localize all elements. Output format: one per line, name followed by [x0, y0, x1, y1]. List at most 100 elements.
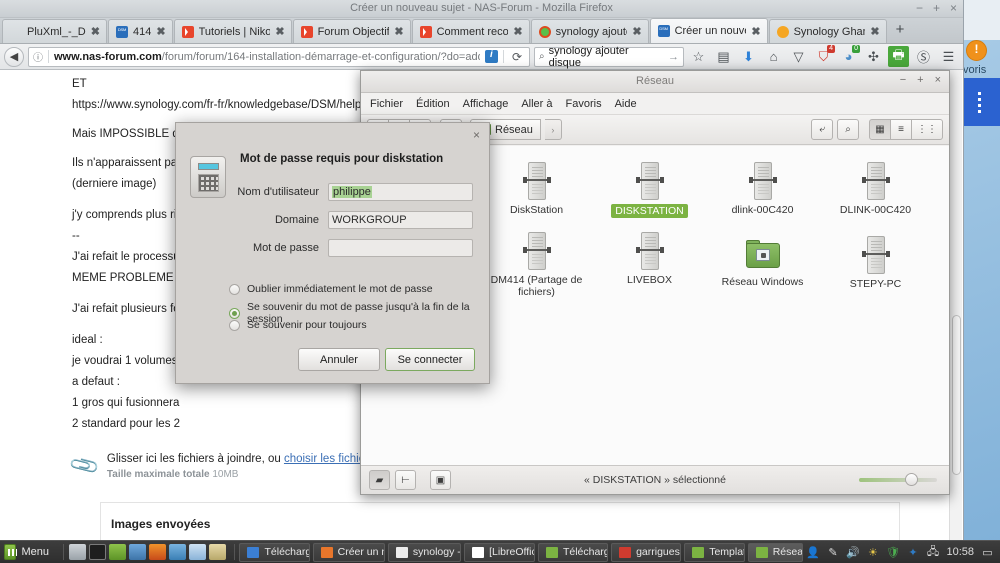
tab-close-icon[interactable]: ✖	[632, 25, 641, 38]
places-view-button[interactable]: ▰	[369, 470, 390, 490]
list-item[interactable]: STEPY-PC	[819, 226, 932, 306]
list-item[interactable]: dlink-00C420	[706, 156, 819, 226]
text-editor-icon[interactable]	[188, 544, 206, 560]
firefox-icon[interactable]	[148, 544, 166, 560]
browser-tab[interactable]: PluXml_-_Documentat ✖	[2, 19, 107, 43]
task-button[interactable]: Télécharg...	[239, 542, 310, 562]
menu-aide[interactable]: Aide	[615, 98, 637, 110]
shield-icon[interactable]: 🛡	[886, 546, 900, 559]
browser-tab[interactable]: Forum Objectifs N ✖	[292, 19, 411, 43]
option-remember-forever[interactable]: Se souvenir pour toujours	[229, 319, 367, 331]
search-input[interactable]: synology ajouter disque	[549, 45, 664, 69]
domain-field[interactable]: WORKGROUP	[328, 211, 473, 229]
tab-close-icon[interactable]: ✖	[513, 25, 522, 38]
task-button[interactable]: synology - ...	[387, 542, 462, 562]
bluetooth-icon[interactable]: ✦	[906, 546, 919, 559]
identity-icon[interactable]	[484, 49, 498, 63]
tab-close-icon[interactable]: ✖	[394, 25, 403, 38]
search-button[interactable]: ⌕	[837, 119, 859, 140]
connect-button[interactable]: Se connecter	[385, 348, 475, 371]
password-field[interactable]	[328, 239, 473, 257]
chrome-icon[interactable]	[168, 544, 186, 560]
page-scrollbar[interactable]	[949, 70, 962, 540]
pencil-icon[interactable]: ✎	[826, 546, 839, 559]
hamburger-menu-icon[interactable]: ☰	[938, 46, 959, 67]
browser-tab[interactable]: Tutoriels | Nikon F ✖	[173, 19, 292, 43]
ghostery-icon[interactable]: ◕ 0	[838, 45, 860, 67]
list-item[interactable]: DiskStation	[480, 156, 593, 226]
menu-favoris[interactable]: Favoris	[566, 98, 602, 110]
menu-button[interactable]: Menu	[21, 546, 49, 558]
browser-tab[interactable]: synology ajouter d ✖	[530, 19, 649, 43]
terminal-icon[interactable]	[88, 544, 106, 560]
show-desktop-icon[interactable]	[68, 544, 86, 560]
minimize-button[interactable]: −	[916, 1, 923, 15]
radio-icon-selected[interactable]	[229, 307, 240, 319]
pocket-icon[interactable]: ▽	[788, 46, 809, 67]
new-tab-button[interactable]: +	[888, 21, 913, 41]
url-bar[interactable]: ⓘ www.nas-forum.com/forum/forum/164-inst…	[28, 46, 530, 67]
browser-tab[interactable]: Comment reconna ✖	[411, 19, 530, 43]
cancel-button[interactable]: Annuler	[298, 348, 380, 371]
task-button[interactable]: [LibreOffice]	[464, 542, 535, 562]
zoom-slider[interactable]	[859, 473, 937, 486]
close-button[interactable]: ×	[950, 1, 957, 15]
list-item[interactable]: DLINK-00C420	[819, 156, 932, 226]
task-button[interactable]: Template	[684, 542, 745, 562]
minimize-button[interactable]: −	[900, 74, 906, 86]
user-icon[interactable]: 👤	[806, 546, 820, 559]
list-item[interactable]: Réseau Windows	[706, 226, 819, 306]
tab-close-icon[interactable]: ✖	[156, 25, 165, 38]
radio-icon[interactable]	[229, 319, 240, 331]
close-button[interactable]: ×	[935, 74, 941, 86]
printfriendly-icon[interactable]: 🖶	[888, 46, 909, 67]
show-desktop-button[interactable]: ▭	[981, 546, 994, 559]
flash-icon[interactable]: ✣	[863, 46, 884, 67]
back-button[interactable]: ◀	[4, 46, 24, 67]
volume-icon[interactable]: 🔊	[846, 546, 860, 559]
menu-aller-a[interactable]: Aller à	[521, 98, 552, 110]
update-manager-icon[interactable]	[208, 544, 226, 560]
tab-close-icon[interactable]: ✖	[91, 25, 100, 38]
noscript-icon[interactable]: Ⓢ	[913, 46, 934, 67]
home-icon[interactable]: ⌂	[763, 46, 784, 67]
file-manager-icon[interactable]	[108, 544, 126, 560]
task-button[interactable]: Créer un n...	[312, 542, 385, 562]
maximize-button[interactable]: +	[917, 74, 923, 86]
list-item-selected[interactable]: DISKSTATION	[593, 156, 706, 226]
browser-tab[interactable]: Synology Ghana ✖	[768, 19, 887, 43]
view-compact-button[interactable]: ⋮⋮	[911, 119, 943, 140]
browser-tab-active[interactable]: Créer un nouveau ✖	[649, 18, 768, 43]
zoom-slider-knob[interactable]	[905, 473, 918, 486]
menu-fichier[interactable]: Fichier	[370, 98, 403, 110]
radio-icon[interactable]	[229, 283, 240, 295]
list-item[interactable]: DM414 (Partage de fichiers)	[480, 226, 593, 306]
scrollbar-thumb[interactable]	[952, 315, 961, 475]
bookmark-star-icon[interactable]: ☆	[688, 46, 709, 67]
task-button-active[interactable]: Réseau	[747, 542, 804, 562]
toggle-sidebar-button[interactable]: ▣	[430, 470, 451, 490]
tab-close-icon[interactable]: ✖	[870, 25, 879, 38]
search-go-icon[interactable]: →	[668, 51, 679, 63]
page-info-icon[interactable]: ⓘ	[33, 49, 43, 64]
mint-menu-icon[interactable]	[4, 544, 18, 560]
task-button[interactable]: garrigues....	[611, 542, 682, 562]
adblock-icon[interactable]: ⛉ 4	[813, 45, 835, 67]
breadcrumb-next-icon[interactable]: ›	[544, 119, 562, 140]
username-field[interactable]: philippe	[328, 183, 473, 201]
brightness-icon[interactable]: ☀	[866, 546, 879, 559]
tab-close-icon[interactable]: ✖	[275, 25, 284, 38]
view-list-button[interactable]: ≡	[890, 119, 912, 140]
tree-view-button[interactable]: ⊢	[395, 470, 416, 490]
menu-edition[interactable]: Édition	[416, 98, 450, 110]
downloads-icon[interactable]: ⬇	[738, 46, 759, 67]
menu-affichage[interactable]: Affichage	[463, 98, 509, 110]
reload-icon[interactable]: ⟳	[509, 50, 525, 64]
reader-icon[interactable]: ▤	[713, 46, 734, 67]
search-bar[interactable]: ⌕ synology ajouter disque →	[534, 45, 684, 69]
option-forget-immediately[interactable]: Oublier immédiatement le mot de passe	[229, 283, 433, 295]
tab-close-icon[interactable]: ✖	[751, 25, 760, 38]
maximize-button[interactable]: +	[933, 1, 940, 15]
clock[interactable]: 10:58	[946, 546, 974, 558]
list-item[interactable]: LIVEBOX	[593, 226, 706, 306]
